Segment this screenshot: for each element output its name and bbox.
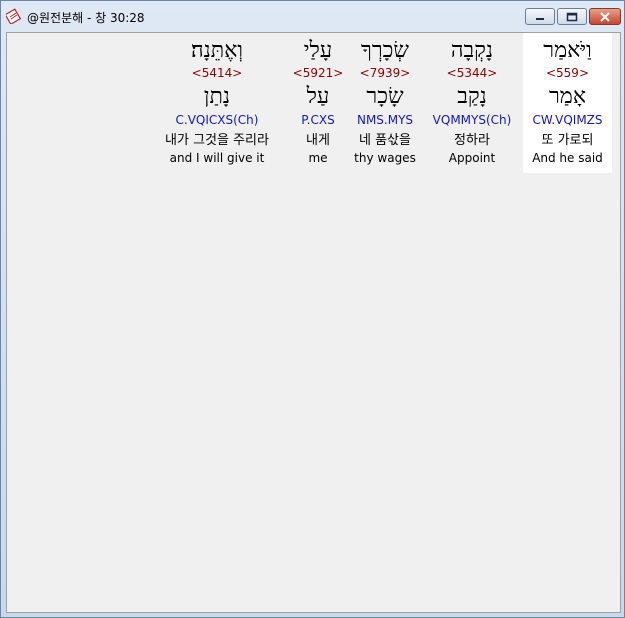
- hebrew-word: עָלַי: [303, 38, 333, 63]
- word-column-3[interactable]: שְׂכָרְךָ <7939> שָׂכָר NMS.MYS 네 품삯을 th…: [349, 33, 421, 173]
- close-button[interactable]: [589, 8, 621, 25]
- english-gloss: Appoint: [448, 151, 496, 165]
- window-title: @원전분해 - 창 30:28: [27, 11, 145, 25]
- english-gloss: and I will give it: [169, 151, 265, 165]
- parsing-code: P.CXS: [301, 113, 335, 127]
- strong-number: <5344>: [446, 66, 498, 80]
- hebrew-word: נָקְבָה: [450, 38, 494, 63]
- word-column-4[interactable]: עָלַי <5921> עַל P.CXS 내게 me: [291, 33, 345, 173]
- word-column-2[interactable]: נָקְבָה <5344> נָקַב VQMMYS(Ch) 정하라 Appo…: [427, 33, 517, 173]
- hebrew-word: וְאֶתֵּנָה׃: [190, 38, 244, 63]
- minimize-button[interactable]: [525, 8, 555, 25]
- hebrew-lemma: נָתַן: [203, 84, 231, 109]
- close-icon: [600, 11, 610, 22]
- english-gloss: And he said: [532, 151, 603, 165]
- parsing-code: CW.VQIMZS: [532, 113, 603, 127]
- strong-number: <5921>: [292, 66, 344, 80]
- word-column-1[interactable]: וַיֹּאמַר <559> אָמַר CW.VQIMZS 또 가로되 An…: [523, 33, 612, 173]
- english-gloss: me: [308, 151, 328, 165]
- maximize-icon: [566, 12, 578, 21]
- hebrew-word: וַיֹּאמַר: [543, 38, 592, 63]
- interlinear-panel[interactable]: וַיֹּאמַר <559> אָמַר CW.VQIMZS 또 가로되 An…: [6, 32, 621, 613]
- korean-gloss: 정하라: [454, 133, 490, 148]
- parsing-code: VQMMYS(Ch): [432, 113, 512, 127]
- korean-gloss: 네 품삯을: [359, 133, 411, 148]
- title-bar[interactable]: @원전분해 - 창 30:28: [1, 1, 624, 31]
- maximize-button[interactable]: [557, 8, 587, 25]
- english-gloss: thy wages: [354, 151, 416, 165]
- parsing-code: C.VQICXS(Ch): [175, 113, 259, 127]
- parsing-code: NMS.MYS: [356, 113, 414, 127]
- strong-number: <7939>: [359, 66, 411, 80]
- hebrew-word: שְׂכָרְךָ: [361, 38, 409, 63]
- hebrew-lemma: אָמַר: [548, 84, 587, 109]
- minimize-icon: [536, 17, 544, 20]
- korean-gloss: 내가 그것을 주리라: [165, 133, 269, 148]
- app-window: @원전분해 - 창 30:28 וַיֹּאמַר <559> אָמַר CW…: [0, 0, 625, 618]
- strong-number: <5414>: [191, 66, 243, 80]
- korean-gloss: 내게: [306, 133, 330, 148]
- word-column-5[interactable]: וְאֶתֵּנָה׃ <5414> נָתַן C.VQICXS(Ch) 내가…: [147, 33, 287, 173]
- app-icon[interactable]: [4, 8, 22, 26]
- hebrew-lemma: שָׂכָר: [366, 84, 404, 109]
- korean-gloss: 또 가로되: [541, 133, 594, 148]
- strong-number: <559>: [545, 66, 589, 80]
- hebrew-lemma: עַל: [306, 84, 330, 109]
- hebrew-lemma: נָקַב: [457, 84, 487, 109]
